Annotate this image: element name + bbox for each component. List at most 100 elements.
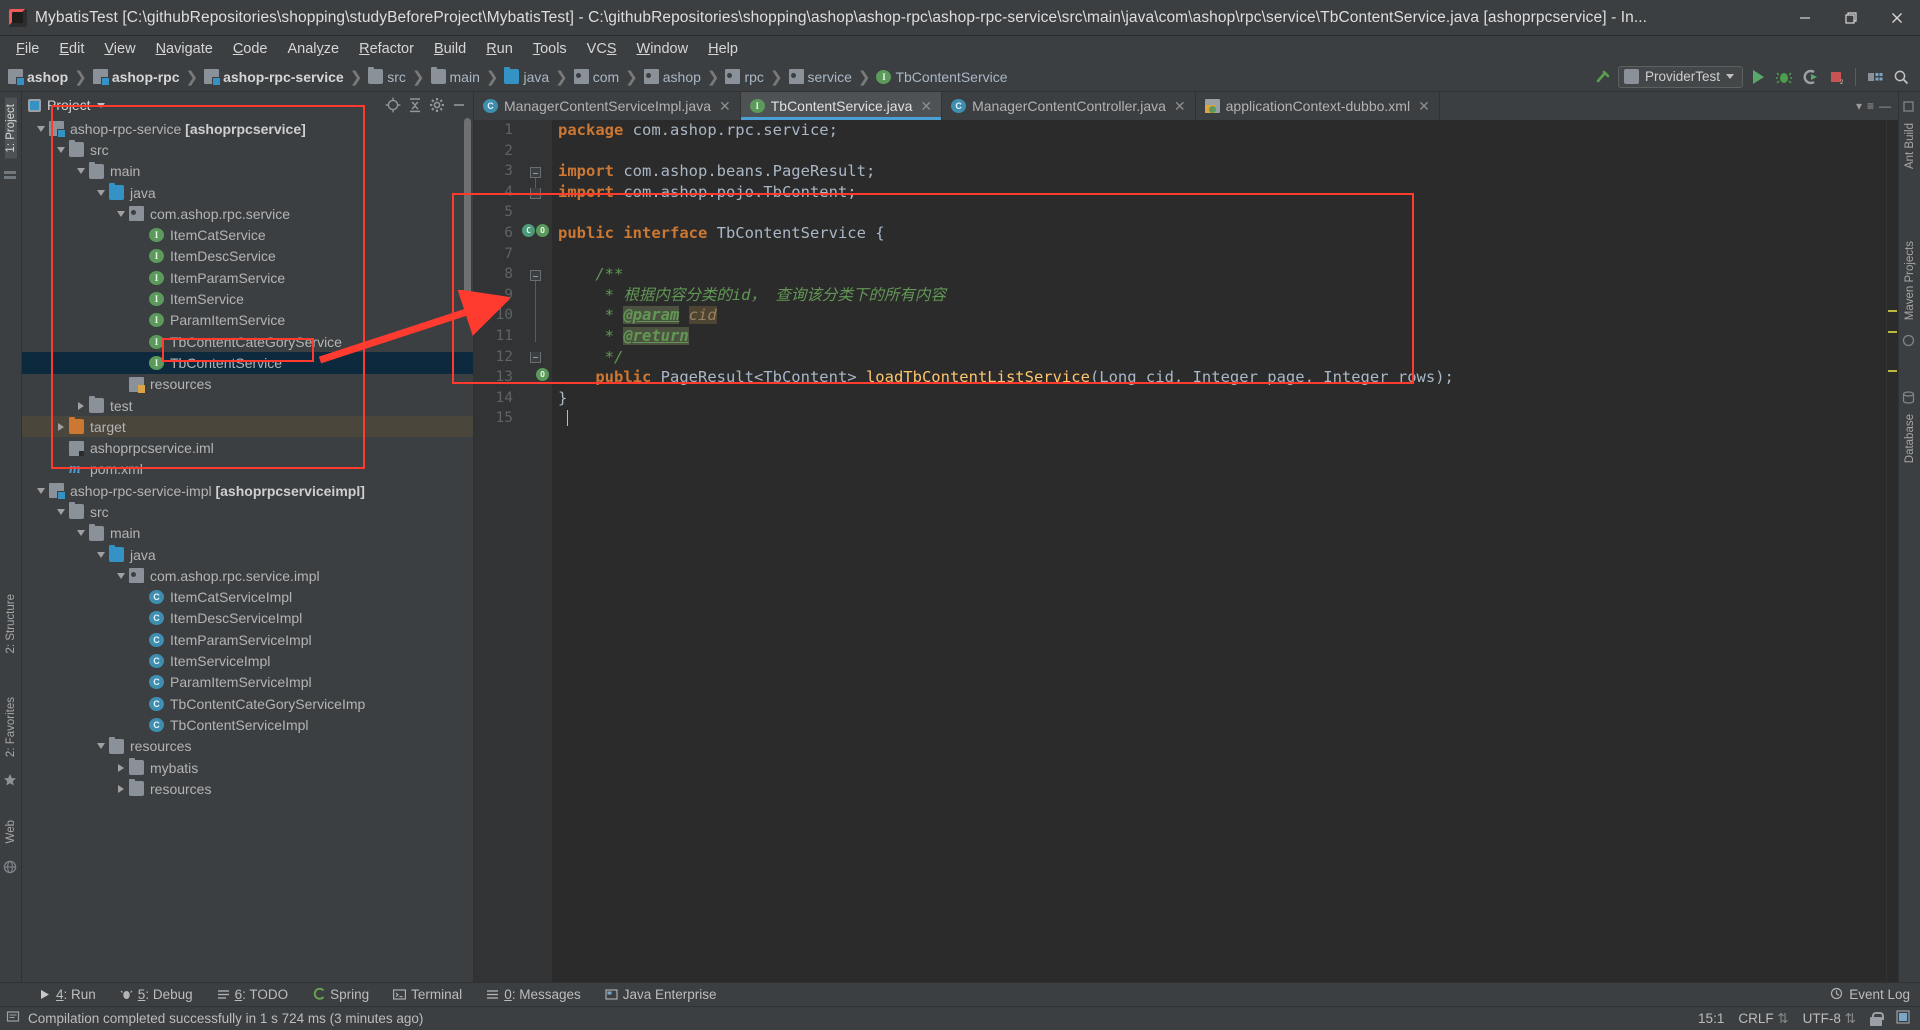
- run-icon[interactable]: [1747, 66, 1769, 88]
- tree-node-java[interactable]: java: [22, 182, 473, 203]
- stop-icon[interactable]: 2: [1825, 66, 1847, 88]
- chevron-down-icon[interactable]: [96, 102, 105, 108]
- breadcrumb-item-src[interactable]: src ❯: [368, 62, 430, 92]
- locate-icon[interactable]: [385, 97, 401, 113]
- close-button[interactable]: [1874, 0, 1920, 36]
- stripe-item-favorites[interactable]: 2: Favorites: [5, 691, 17, 763]
- close-icon[interactable]: ✕: [719, 98, 731, 115]
- chevron-down-icon[interactable]: [114, 210, 127, 217]
- event-log-button[interactable]: Event Log: [1830, 987, 1920, 1003]
- maximize-button[interactable]: [1828, 0, 1874, 36]
- menu-item-code[interactable]: Code: [223, 39, 278, 59]
- menu-item-view[interactable]: View: [94, 39, 145, 59]
- close-icon[interactable]: ✕: [920, 98, 932, 115]
- bottom-tool-6-todo[interactable]: 6: TODO: [205, 987, 301, 1002]
- menu-item-navigate[interactable]: Navigate: [146, 39, 223, 59]
- collapse-all-icon[interactable]: [407, 97, 423, 113]
- bottom-tool-5-debug[interactable]: 5: Debug: [108, 987, 205, 1002]
- breadcrumb-item-ashop[interactable]: ashop ❯: [8, 62, 93, 92]
- chevron-down-icon[interactable]: [54, 146, 67, 153]
- fold-marker-javadoc-end[interactable]: [530, 352, 541, 363]
- chevron-down-icon[interactable]: [54, 508, 67, 515]
- chevron-down-icon[interactable]: [74, 168, 87, 175]
- tree-node-itemdescserviceimpl[interactable]: C ItemDescServiceImpl: [22, 608, 473, 629]
- stripe-item-structure[interactable]: 2: Structure: [5, 588, 17, 659]
- editor-tab-managercontentserviceimpl-java[interactable]: C ManagerContentServiceImpl.java ✕: [474, 92, 741, 120]
- tree-node-tbcontentcategoryservice[interactable]: I TbContentCateGoryService: [22, 331, 473, 352]
- fold-marker-imports-end[interactable]: [530, 188, 541, 199]
- tree-node-itemserviceimpl[interactable]: C ItemServiceImpl: [22, 650, 473, 671]
- bottom-tool-java-enterprise[interactable]: Java Enterprise: [593, 987, 729, 1002]
- chevron-right-icon[interactable]: [114, 784, 127, 793]
- stripe-item-maven-projects[interactable]: Maven Projects: [1904, 235, 1916, 326]
- tree-node-ashoprpcservice-iml[interactable]: ashoprpcservice.iml: [22, 437, 473, 458]
- menu-item-window[interactable]: Window: [627, 39, 699, 59]
- hide-icon[interactable]: [451, 97, 467, 113]
- file-encoding[interactable]: UTF-8 ⇅: [1803, 1011, 1856, 1027]
- tree-node-ashop-rpc-service[interactable]: ashop-rpc-service [ashoprpcservice]: [22, 118, 473, 139]
- close-icon[interactable]: ✕: [1418, 98, 1430, 115]
- menu-item-analyze[interactable]: Analyze: [278, 39, 350, 59]
- tree-node-main[interactable]: main: [22, 523, 473, 544]
- minimize-button[interactable]: [1782, 0, 1828, 36]
- stripe-item-ant-build[interactable]: Ant Build: [1904, 117, 1916, 175]
- tab-minimize-icon[interactable]: —: [1879, 99, 1891, 113]
- build-hammer-icon[interactable]: [1592, 66, 1614, 88]
- stripe-item-database[interactable]: Database: [1904, 408, 1916, 469]
- lock-icon[interactable]: [1870, 1011, 1884, 1026]
- editor-tab-applicationcontext-dubbo-xml[interactable]: applicationContext-dubbo.xml ✕: [1196, 92, 1440, 120]
- breadcrumb-item-java[interactable]: java ❯: [504, 62, 573, 92]
- editor-gutter[interactable]: 1 2 3 4 5 6 7 8 9 10 11 12 13 14 15 C O O: [474, 120, 552, 982]
- chevron-down-icon[interactable]: [74, 530, 87, 537]
- chevron-down-icon[interactable]: [94, 743, 107, 750]
- breadcrumb-item-ashop[interactable]: ashop ❯: [643, 62, 726, 92]
- tab-settings-icon[interactable]: ≡: [1867, 99, 1874, 113]
- breadcrumb-item-rpc[interactable]: rpc ❯: [725, 62, 788, 92]
- chevron-right-icon[interactable]: [54, 422, 67, 431]
- run-configuration-selector[interactable]: ProviderTest: [1617, 65, 1743, 88]
- gutter-implemented-icon[interactable]: C O: [522, 224, 550, 240]
- breadcrumb-item-main[interactable]: main ❯: [430, 62, 505, 92]
- bottom-tool-spring[interactable]: Spring: [300, 987, 381, 1002]
- code-editor[interactable]: 1 2 3 4 5 6 7 8 9 10 11 12 13 14 15 C O O: [474, 120, 1898, 982]
- tree-node-mybatis[interactable]: mybatis: [22, 757, 473, 778]
- tree-node-java[interactable]: java: [22, 544, 473, 565]
- inspection-icon[interactable]: [1896, 1010, 1910, 1027]
- tree-node-itemdescservice[interactable]: I ItemDescService: [22, 246, 473, 267]
- chevron-down-icon[interactable]: [34, 487, 47, 494]
- tree-node-test[interactable]: test: [22, 395, 473, 416]
- override-marker-icon[interactable]: O: [536, 224, 549, 237]
- line-separator[interactable]: CRLF ⇅: [1738, 1011, 1788, 1027]
- stripe-item-web[interactable]: Web: [5, 814, 17, 849]
- menu-item-file[interactable]: File: [6, 39, 49, 59]
- breadcrumb-item-tbcontentservice[interactable]: I TbContentService: [876, 62, 1009, 92]
- tree-node-resources[interactable]: resources: [22, 778, 473, 799]
- breadcrumb-item-com[interactable]: com ❯: [573, 62, 644, 92]
- editor-tab-managercontentcontroller-java[interactable]: C ManagerContentController.java ✕: [942, 92, 1196, 120]
- tree-node-itemcatserviceimpl[interactable]: C ItemCatServiceImpl: [22, 587, 473, 608]
- tree-node-itemparamservice[interactable]: I ItemParamService: [22, 267, 473, 288]
- debug-icon[interactable]: [1773, 66, 1795, 88]
- menu-item-refactor[interactable]: Refactor: [349, 39, 424, 59]
- tree-node-tbcontentserviceimpl[interactable]: C TbContentServiceImpl: [22, 714, 473, 735]
- chevron-down-icon[interactable]: [94, 551, 107, 558]
- breadcrumb-item-ashop-rpc-service[interactable]: ashop-rpc-service ❯: [204, 62, 368, 92]
- tree-node-tbcontentcategoryserviceimp[interactable]: C TbContentCateGoryServiceImp: [22, 693, 473, 714]
- tree-node-com-ashop-rpc-service[interactable]: com.ashop.rpc.service: [22, 203, 473, 224]
- close-icon[interactable]: ✕: [1174, 98, 1186, 115]
- chevron-down-icon[interactable]: [34, 125, 47, 132]
- tree-node-ashop-rpc-service-impl[interactable]: ashop-rpc-service-impl [ashoprpcservicei…: [22, 480, 473, 501]
- search-everywhere-icon[interactable]: [1890, 66, 1912, 88]
- error-stripe-marker-column[interactable]: [1886, 120, 1898, 982]
- tree-node-tbcontentservice[interactable]: I TbContentService: [22, 352, 473, 374]
- menu-item-edit[interactable]: Edit: [49, 39, 94, 59]
- chevron-down-icon[interactable]: [114, 572, 127, 579]
- gear-icon[interactable]: [429, 97, 445, 113]
- tree-node-src[interactable]: src: [22, 139, 473, 160]
- chevron-right-icon[interactable]: [74, 401, 87, 410]
- code-content[interactable]: package com.ashop.rpc.service; import co…: [552, 120, 1886, 982]
- menu-item-build[interactable]: Build: [424, 39, 476, 59]
- tree-node-resources[interactable]: resources: [22, 736, 473, 757]
- run-with-coverage-icon[interactable]: [1799, 66, 1821, 88]
- chevron-right-icon[interactable]: [114, 763, 127, 772]
